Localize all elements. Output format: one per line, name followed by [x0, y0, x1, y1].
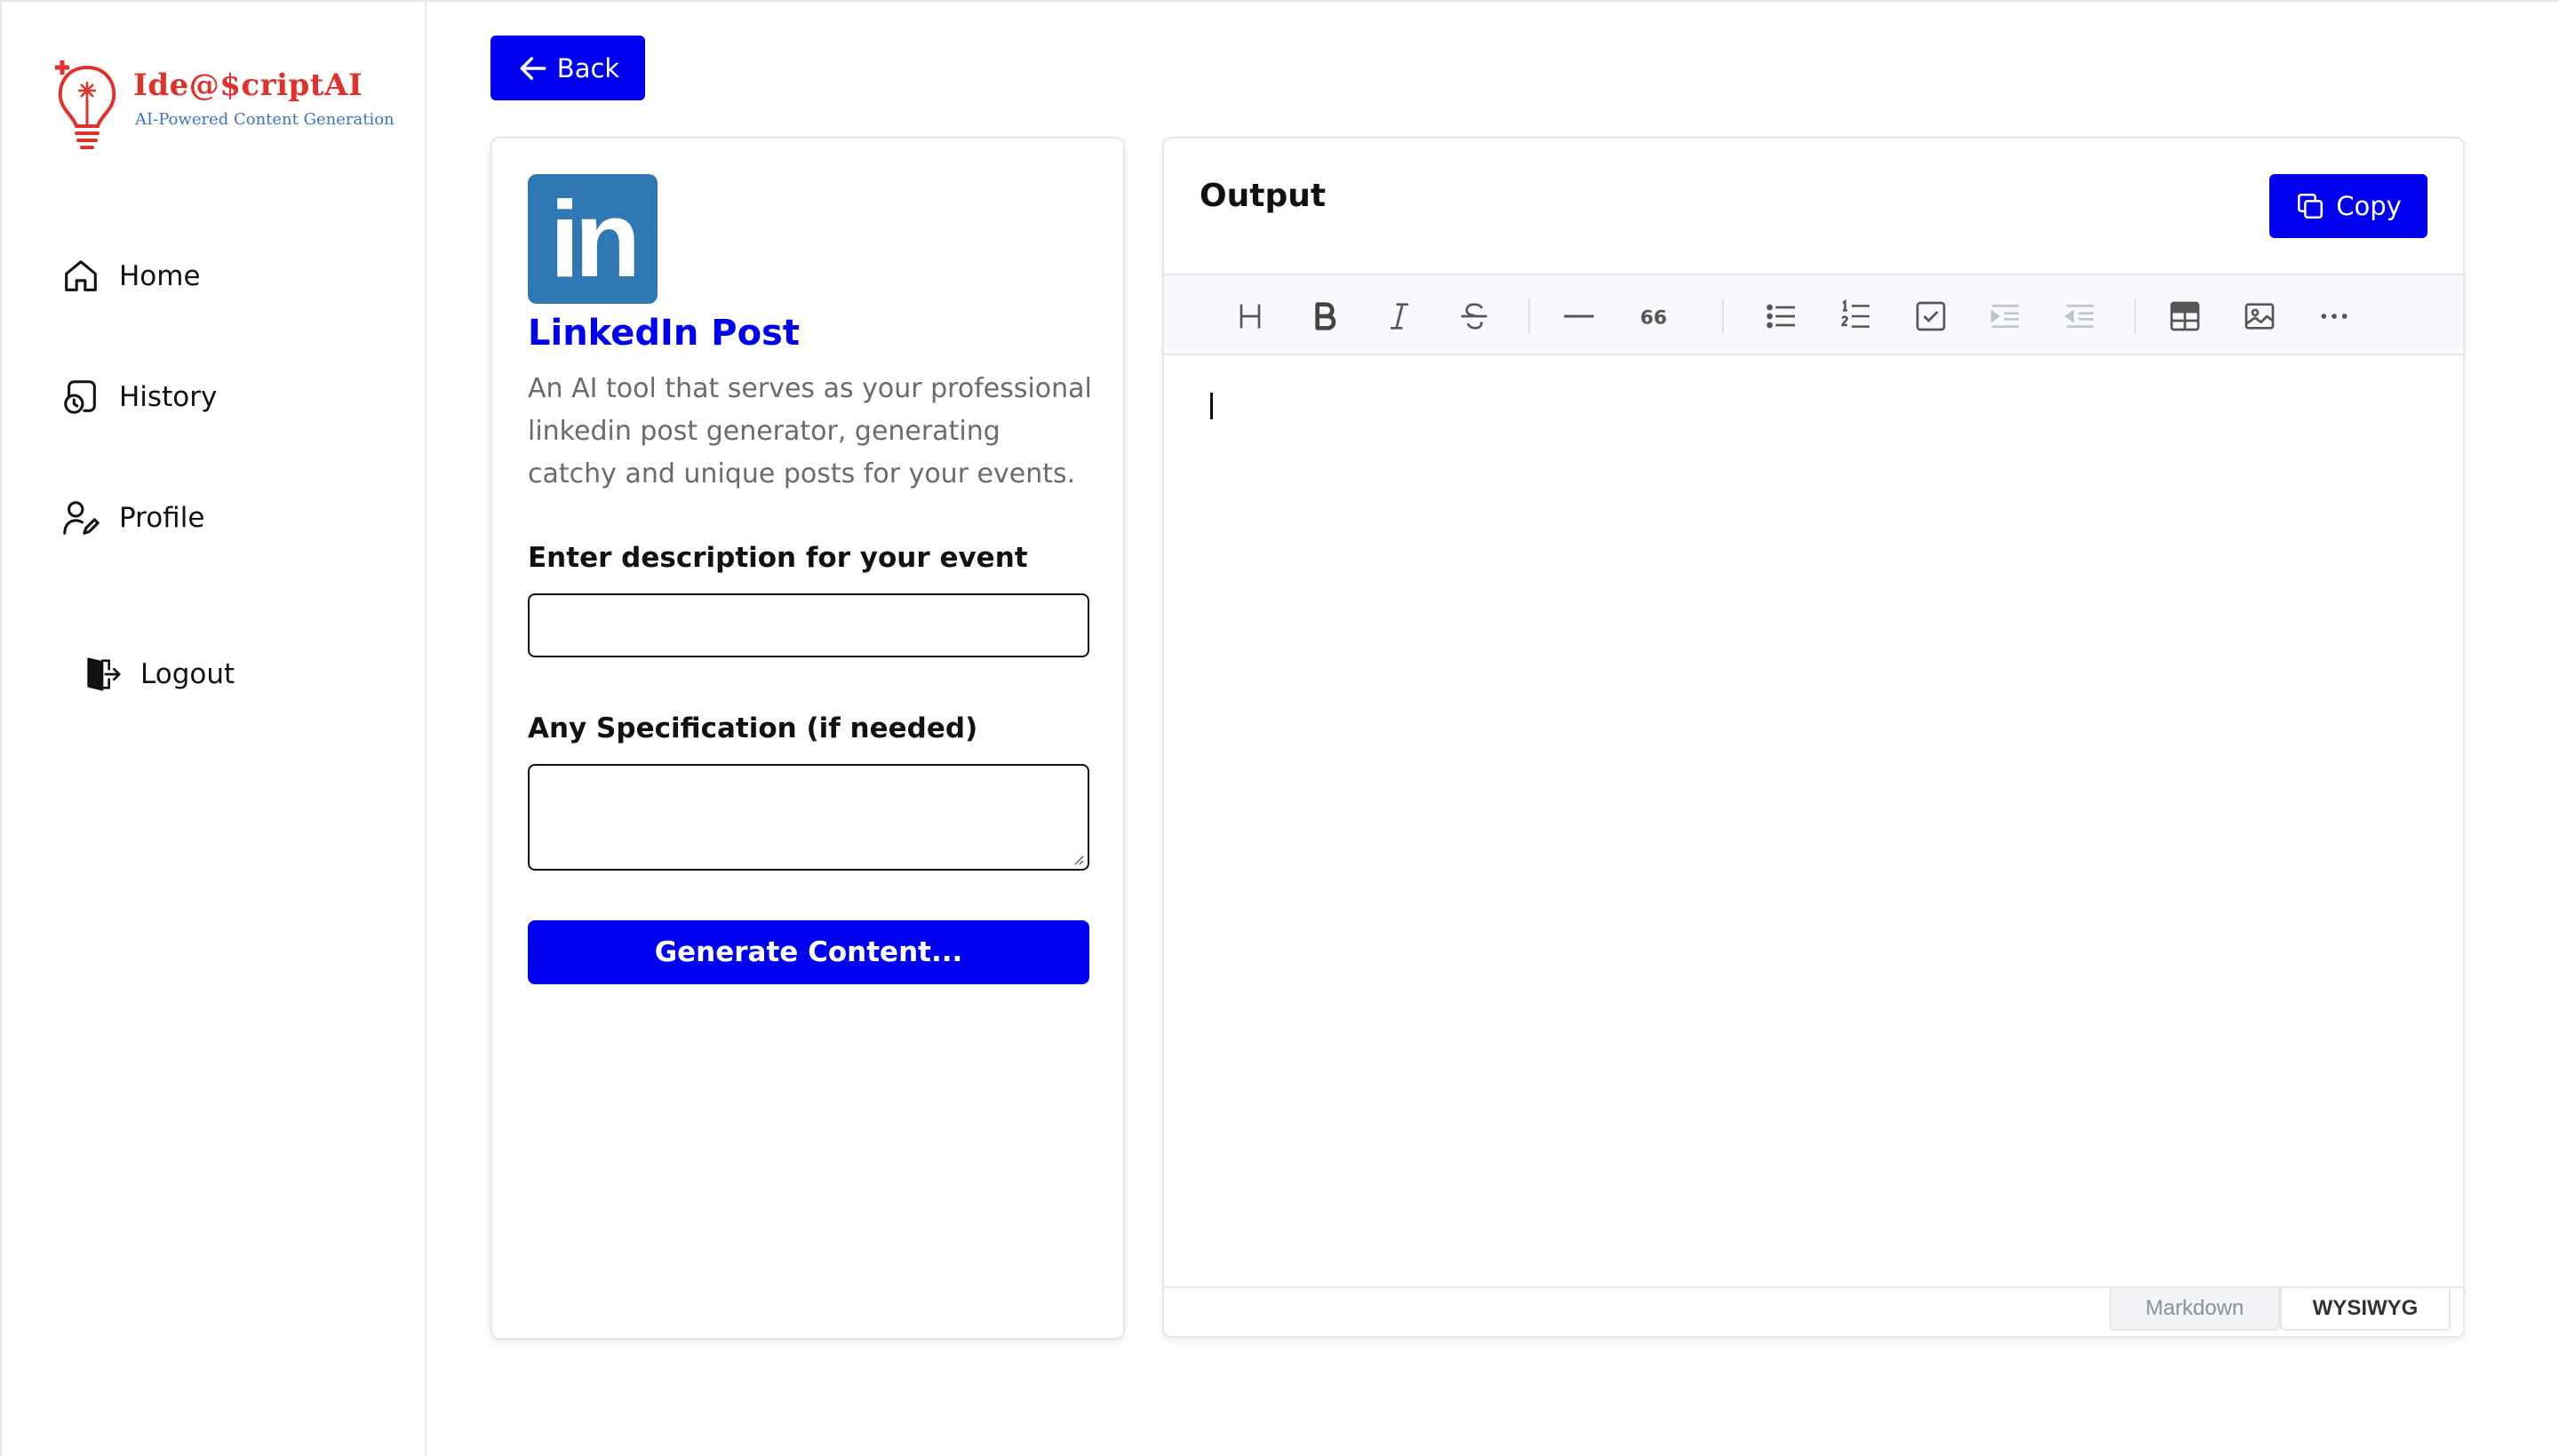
tab-markdown[interactable]: Markdown [2109, 1288, 2280, 1331]
copy-label: Copy [2336, 191, 2402, 221]
heading-button[interactable] [1230, 296, 1271, 337]
history-icon [64, 380, 96, 414]
svg-text:66: 66 [1640, 306, 1667, 329]
task-list-icon [1916, 301, 1946, 331]
brand-name: Ide@$criptAI [133, 68, 363, 103]
event-description-label: Enter description for your event [528, 542, 1028, 574]
bold-button[interactable] [1304, 296, 1345, 337]
ordered-list-icon [1841, 298, 1869, 328]
sidebar-item-label: Logout [140, 658, 235, 690]
italic-icon [1391, 303, 1408, 330]
brand-logo[interactable]: Ide@$criptAI AI-Powered Content Generati… [52, 52, 395, 156]
app-root: Ide@$criptAI AI-Powered Content Generati… [0, 0, 2559, 1456]
heading-icon [1240, 304, 1261, 329]
output-card: Output Copy 66 Markdown WYSIWYG [1162, 137, 2465, 1338]
outdent-icon [2064, 305, 2093, 328]
output-editor[interactable] [1164, 355, 2463, 1290]
tool-form-card: in LinkedIn Post An AI tool that serves … [490, 137, 1125, 1340]
image-icon [2244, 303, 2275, 330]
generate-content-button[interactable]: Generate Content... [528, 920, 1089, 984]
ordered-list-button[interactable] [1836, 296, 1877, 337]
output-title: Output [1200, 178, 1327, 214]
indent-button[interactable] [1985, 296, 2026, 337]
table-button[interactable] [2164, 296, 2205, 337]
strikethrough-icon [1461, 303, 1487, 330]
sidebar: Ide@$criptAI AI-Powered Content Generati… [0, 2, 426, 1456]
tool-description: An AI tool that serves as your professio… [528, 373, 1092, 489]
sidebar-item-home[interactable]: Home [60, 256, 201, 297]
text-cursor [1210, 393, 1213, 419]
bullet-list-icon [1766, 304, 1795, 329]
lightbulb-logo-icon [55, 60, 116, 149]
back-button[interactable]: Back [490, 36, 645, 100]
indent-icon [1990, 305, 2019, 328]
table-icon [2170, 301, 2200, 331]
profile-icon [63, 501, 100, 535]
copy-icon [2298, 193, 2324, 219]
back-label: Back [556, 52, 620, 84]
quote-icon: 66 [1640, 306, 1667, 329]
sidebar-item-history[interactable]: History [60, 377, 217, 418]
specification-textarea[interactable] [528, 764, 1089, 871]
tool-title: LinkedIn Post [528, 313, 800, 354]
editor-mode-bar: Markdown WYSIWYG [1164, 1286, 2463, 1336]
strikethrough-button[interactable] [1454, 296, 1495, 337]
horizontal-rule-icon [1564, 314, 1594, 318]
outdent-button[interactable] [2060, 296, 2101, 337]
sidebar-item-logout[interactable]: Logout [82, 654, 235, 695]
bullet-list-button[interactable] [1761, 296, 1802, 337]
resize-handle-icon[interactable] [1072, 853, 1084, 865]
editor-toolbar: 66 [1164, 274, 2463, 355]
bold-icon [1315, 302, 1336, 330]
copy-button[interactable]: Copy [2269, 174, 2427, 238]
brand-tagline: AI-Powered Content Generation [135, 110, 395, 129]
tab-wysiwyg[interactable]: WYSIWYG [2280, 1288, 2451, 1331]
logout-icon [87, 657, 121, 691]
arrow-left-icon [520, 56, 546, 80]
sidebar-item-profile[interactable]: Profile [60, 497, 204, 538]
sidebar-item-label: Home [119, 260, 201, 292]
sidebar-item-label: History [119, 381, 218, 413]
italic-button[interactable] [1379, 296, 1420, 337]
task-list-button[interactable] [1910, 296, 1951, 337]
event-description-input[interactable] [528, 593, 1089, 657]
image-button[interactable] [2239, 296, 2280, 337]
home-icon [65, 260, 97, 291]
specification-label: Any Specification (if needed) [528, 712, 978, 744]
horizontal-rule-button[interactable] [1559, 296, 1599, 337]
more-button[interactable] [2314, 296, 2355, 337]
more-icon [2321, 314, 2348, 319]
quote-button[interactable]: 66 [1633, 296, 1674, 337]
linkedin-icon: in [528, 174, 658, 304]
sidebar-item-label: Profile [119, 502, 205, 534]
